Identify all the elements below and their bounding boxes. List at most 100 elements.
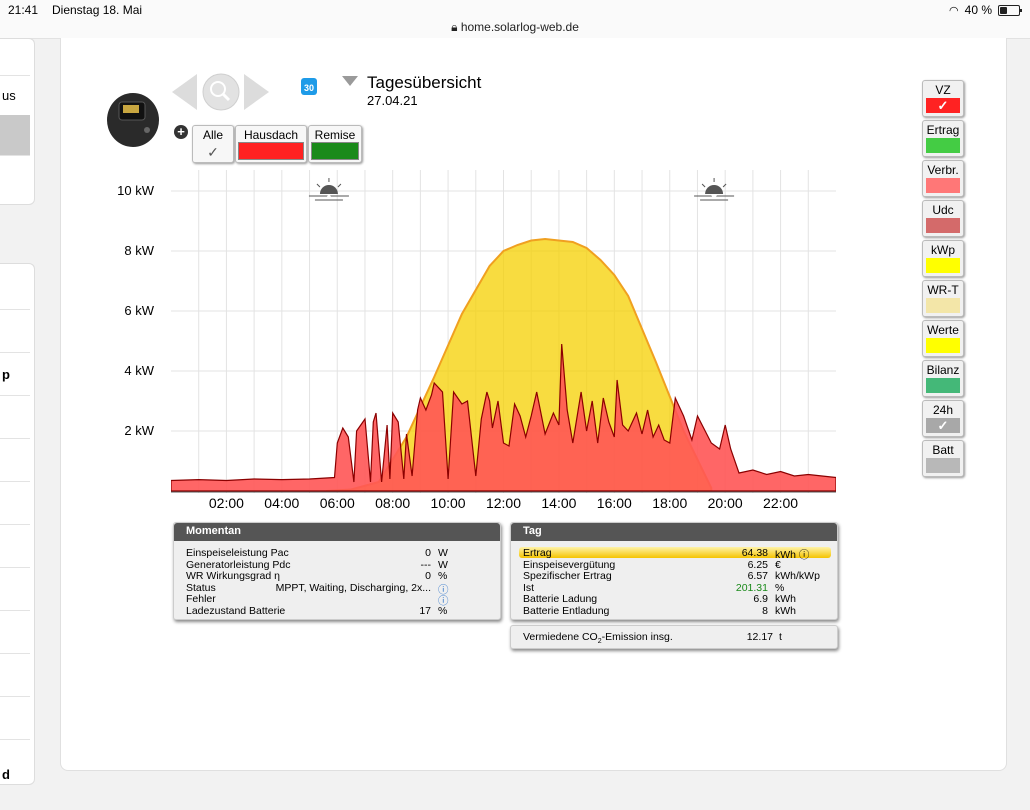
toggle-label: Verbr.	[927, 163, 959, 177]
toggle-24h-button[interactable]: 24h ✓	[922, 400, 964, 437]
toggle-batt-button[interactable]: Batt	[922, 440, 964, 477]
sidebar-item-6[interactable]	[0, 395, 30, 438]
toggle-label: kWp	[931, 243, 955, 257]
info-unit: kWh	[775, 604, 796, 617]
co2-value: 12.17	[746, 631, 773, 643]
zoom-button[interactable]	[202, 73, 240, 111]
info-value: 201.31	[735, 581, 768, 594]
info-unit: kWh	[775, 593, 796, 605]
power-chart[interactable]	[171, 170, 836, 493]
calendar-icon[interactable]: 30	[301, 78, 317, 95]
filter-hausdach-button[interactable]: Hausdach	[235, 125, 307, 163]
sidebar-item-active[interactable]	[0, 115, 30, 155]
dropdown-triangle-icon[interactable]	[342, 76, 358, 86]
toggle-label: WR-T	[927, 283, 959, 297]
filter-label: Hausdach	[243, 128, 299, 142]
info-value: 6.25	[747, 558, 768, 571]
sidebar-panel-bottom: p d	[0, 263, 35, 785]
toggle-color-swatch	[926, 338, 960, 353]
sidebar-item-label: d	[2, 767, 10, 782]
info-value: ---	[420, 558, 432, 571]
momentan-panel: Momentan Einspeiseleistung Pac 0 W Generato…	[173, 522, 501, 620]
toggle-color-swatch	[926, 178, 960, 193]
check-icon: ✓	[207, 144, 219, 160]
sidebar-item-label: us	[2, 88, 16, 103]
x-tick-label: 20:00	[707, 495, 743, 511]
x-tick-label: 16:00	[596, 495, 632, 511]
sidebar-item-8[interactable]	[0, 481, 30, 524]
add-plus-icon[interactable]: +	[174, 125, 188, 139]
toggle-verbr-button[interactable]: Verbr.	[922, 160, 964, 197]
filter-color-swatch	[311, 142, 359, 160]
sidebar: us p d	[0, 38, 35, 785]
toggle-vz-button[interactable]: VZ ✓	[922, 80, 964, 117]
sidebar-item-11[interactable]	[0, 610, 30, 653]
tag-title: Tag	[511, 523, 837, 541]
y-tick-label: 8 kW	[124, 243, 154, 258]
toggle-udc-button[interactable]: Udc	[922, 200, 964, 237]
previous-day-button[interactable]	[172, 74, 197, 110]
toggle-label: 24h	[932, 403, 954, 417]
info-value: 0	[425, 570, 431, 582]
toggle-ertrag-button[interactable]: Ertrag	[922, 120, 964, 157]
sidebar-item-1[interactable]: us	[0, 75, 30, 115]
toggle-color-swatch	[926, 378, 960, 393]
lock-icon: 🔒︎	[451, 20, 458, 34]
y-tick-label: 4 kW	[124, 363, 154, 378]
y-tick-label: 2 kW	[124, 423, 154, 438]
battery-icon	[998, 4, 1022, 16]
sidebar-item-3[interactable]	[0, 155, 30, 195]
sidebar-item-label: p	[2, 367, 10, 382]
x-tick-label: 22:00	[763, 495, 799, 511]
filter-remise-button[interactable]: Remise	[308, 125, 362, 163]
toggle-bilanz-button[interactable]: Bilanz	[922, 360, 964, 397]
sidebar-item-13[interactable]	[0, 696, 30, 739]
sidebar-item-7[interactable]	[0, 438, 30, 481]
sidebar-item-4[interactable]	[0, 309, 30, 352]
toggle-color-swatch	[926, 258, 960, 273]
info-value: 8	[762, 604, 768, 617]
toggle-color-swatch	[926, 298, 960, 313]
page-title: Tagesübersicht	[367, 73, 482, 92]
toggle-label: Batt	[932, 443, 954, 457]
toggle-color-swatch: ✓	[926, 418, 960, 433]
toggle-color-swatch	[926, 458, 960, 473]
x-tick-label: 10:00	[430, 495, 466, 511]
toggle-werte-button[interactable]: Werte	[922, 320, 964, 357]
info-value: 0	[425, 547, 431, 559]
toggle-label: Udc	[932, 203, 954, 217]
x-tick-label: 14:00	[541, 495, 577, 511]
x-tick-label: 02:00	[208, 495, 244, 511]
toggle-color-swatch: ✓	[926, 98, 960, 113]
sidebar-item-12[interactable]	[0, 653, 30, 696]
toggle-color-swatch	[926, 218, 960, 233]
toggle-kwp-button[interactable]: kWp	[922, 240, 964, 277]
x-tick-label: 18:00	[652, 495, 688, 511]
wifi-icon: ◠	[949, 4, 959, 17]
info-unit: €	[775, 558, 781, 571]
toggle-label: Ertrag	[926, 123, 960, 137]
sidebar-item-9[interactable]	[0, 524, 30, 567]
x-tick-label: 06:00	[319, 495, 355, 511]
selected-date: 27.04.21	[367, 93, 418, 108]
info-unit: W	[438, 547, 448, 559]
next-day-button[interactable]	[244, 74, 269, 110]
filter-alle-button[interactable]: Alle ✓	[192, 125, 234, 163]
sidebar-item-5[interactable]: p	[0, 352, 30, 395]
sidebar-item-14[interactable]: d	[0, 739, 30, 784]
x-tick-label: 08:00	[375, 495, 411, 511]
toggle-wr-t-button[interactable]: WR-T	[922, 280, 964, 317]
info-unit: %	[438, 604, 448, 617]
co2-panel: Vermiedene CO2-Emission insg. 12.17 t	[510, 625, 838, 649]
info-value: 17	[419, 604, 431, 617]
navigation-controls	[172, 73, 269, 111]
info-unit: kWh/kWp	[775, 570, 820, 582]
x-tick-label: 12:00	[485, 495, 522, 511]
info-value: 6.57	[747, 570, 768, 582]
info-value: 64.38	[741, 547, 768, 559]
address-bar[interactable]: 🔒︎ home.solarlog-web.de	[0, 20, 1030, 35]
info-label: Ist	[523, 581, 535, 594]
info-unit: %	[438, 570, 448, 582]
battery-percent: 40 %	[964, 3, 992, 17]
sidebar-item-10[interactable]	[0, 567, 30, 610]
